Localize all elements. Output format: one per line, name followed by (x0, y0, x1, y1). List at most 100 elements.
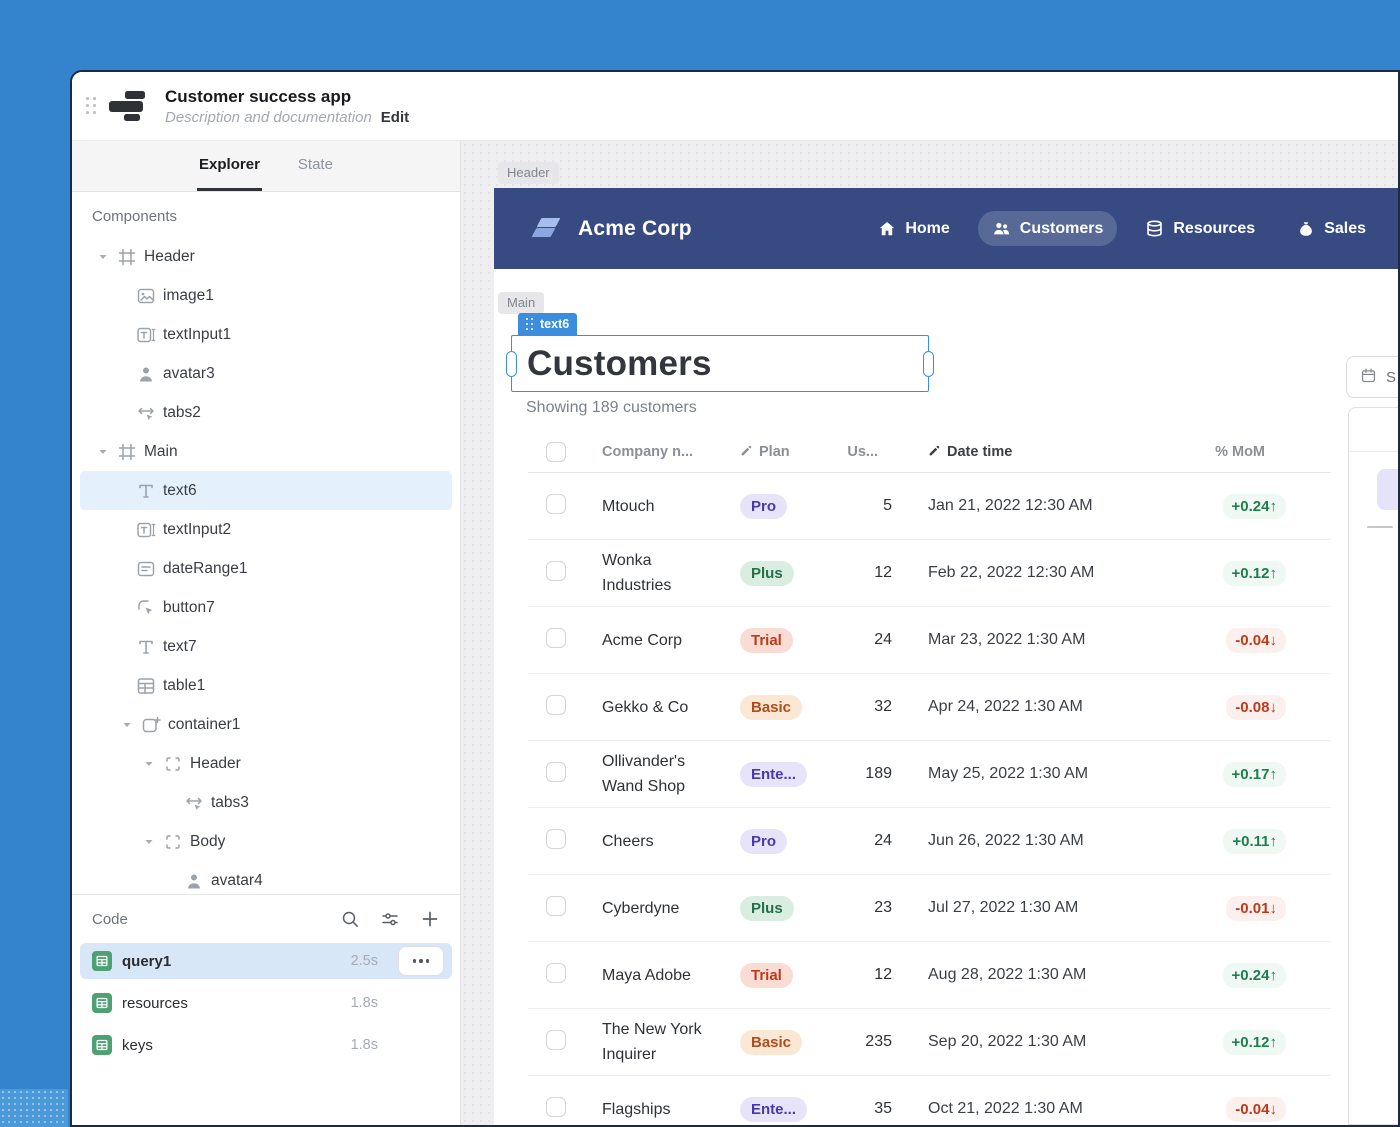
code-item-query1[interactable]: query12.5s (80, 943, 452, 979)
table-row[interactable]: Gekko & CoBasic32Apr 24, 2022 1:30 AM-0.… (528, 674, 1331, 741)
tree-item-label: Main (144, 443, 178, 461)
column-header-company[interactable]: Company n... (602, 444, 714, 460)
tree-item-textinput1[interactable]: textInput1 (80, 315, 452, 354)
tree-item-header[interactable]: Header (80, 237, 452, 276)
chevron-down-icon[interactable] (96, 447, 110, 457)
company-name: Mtouch (602, 494, 714, 519)
tree-item-main[interactable]: Main (80, 432, 452, 471)
tree-item-image1[interactable]: image1 (80, 276, 452, 315)
tree-item-container1[interactable]: container1 (80, 705, 452, 744)
column-header-mom[interactable]: % MoM (1196, 444, 1331, 460)
edit-description-button[interactable]: Edit (381, 109, 409, 126)
row-checkbox[interactable] (546, 628, 566, 648)
frame-label-header[interactable]: Header (498, 162, 559, 184)
company-cell: Cyberdyne (602, 896, 714, 921)
filter-icon[interactable] (380, 909, 400, 929)
code-item-name: keys (122, 1037, 153, 1054)
resize-handle-left[interactable] (506, 351, 517, 377)
row-checkbox[interactable] (546, 1097, 566, 1117)
tree-item-daterange1[interactable]: dateRange1 (80, 549, 452, 588)
mom-cell: -0.04↓ (1196, 1097, 1331, 1122)
resize-handle-right[interactable] (923, 351, 934, 377)
tree-item-label: avatar4 (211, 872, 263, 890)
more-options-button[interactable] (398, 946, 444, 976)
tree-item-label: Header (190, 755, 241, 773)
tree-item-text6[interactable]: text6 (80, 471, 452, 510)
date-cell: Jun 26, 2022 1:30 AM (896, 832, 1196, 850)
selected-component-tag[interactable]: text6 (518, 313, 577, 335)
date-range-button[interactable]: S (1346, 356, 1398, 398)
tabs-icon (184, 793, 204, 813)
code-item-resources[interactable]: resources1.8s (80, 985, 452, 1021)
plan-cell: Plus (714, 561, 832, 586)
table-row[interactable]: Ollivander's Wand ShopEnte...189May 25, … (528, 741, 1331, 808)
tree-item-body[interactable]: Body (80, 822, 452, 861)
column-header-users[interactable]: Us... (832, 444, 896, 460)
tree-item-tabs3[interactable]: tabs3 (80, 783, 452, 822)
nav-item-resources[interactable]: Resources (1131, 211, 1269, 246)
tree-item-table1[interactable]: table1 (80, 666, 452, 705)
chevron-down-icon[interactable] (142, 837, 156, 847)
code-list: query12.5sresources1.8skeys1.8s (72, 943, 460, 1069)
row-checkbox[interactable] (546, 829, 566, 849)
chevron-down-icon[interactable] (142, 759, 156, 769)
table-row[interactable]: FlagshipsEnte...35Oct 21, 2022 1:30 AM-0… (528, 1076, 1331, 1125)
tree-item-label: container1 (168, 716, 240, 734)
detail-card-divider (1367, 526, 1393, 528)
code-item-duration: 1.8s (338, 995, 378, 1011)
database-icon (1145, 219, 1164, 238)
tree-item-textinput2[interactable]: textInput2 (80, 510, 452, 549)
table-row[interactable]: Wonka IndustriesPlus12Feb 22, 2022 12:30… (528, 540, 1331, 607)
tree-item-avatar3[interactable]: avatar3 (80, 354, 452, 393)
tree-item-avatar4[interactable]: avatar4 (80, 861, 452, 894)
nav-item-sales[interactable]: Sales (1283, 212, 1380, 246)
code-item-keys[interactable]: keys1.8s (80, 1027, 452, 1063)
row-checkbox[interactable] (546, 494, 566, 514)
date-cell: Sep 20, 2022 1:30 AM (896, 1033, 1196, 1051)
table-row[interactable]: CheersPro24Jun 26, 2022 1:30 AM+0.11↑ (528, 808, 1331, 875)
drag-handle-icon[interactable] (86, 97, 97, 115)
row-checkbox[interactable] (546, 561, 566, 581)
nav-item-customers[interactable]: Customers (978, 211, 1118, 246)
tree-item-text7[interactable]: text7 (80, 627, 452, 666)
table-row[interactable]: CyberdynePlus23Jul 27, 2022 1:30 AM-0.01… (528, 875, 1331, 942)
mom-cell: +0.24↑ (1196, 963, 1331, 988)
tree-item-label: text6 (163, 482, 197, 500)
column-header-plan[interactable]: Plan (714, 444, 832, 461)
company-cell: Cheers (602, 829, 714, 854)
column-header-check[interactable] (528, 442, 602, 462)
select-all-checkbox[interactable] (546, 442, 566, 462)
company-name: Wonka Industries (602, 548, 714, 598)
tree-item-label: button7 (163, 599, 215, 617)
table-row[interactable]: The New York InquirerBasic235Sep 20, 202… (528, 1009, 1331, 1076)
table-row[interactable]: MtouchPro5Jan 21, 2022 12:30 AM+0.24↑ (528, 473, 1331, 540)
selected-text-component[interactable]: Customers (511, 335, 929, 392)
table-row[interactable]: Maya AdobeTrial12Aug 28, 2022 1:30 AM+0.… (528, 942, 1331, 1009)
column-header-date[interactable]: Date time (896, 444, 1196, 461)
chevron-down-icon[interactable] (120, 720, 134, 730)
query-icon (92, 951, 112, 971)
add-query-icon[interactable] (420, 909, 440, 929)
detail-card-button[interactable] (1377, 469, 1398, 510)
tree-item-button7[interactable]: button7 (80, 588, 452, 627)
row-checkbox[interactable] (546, 762, 566, 782)
tree-item-tabs2[interactable]: tabs2 (80, 393, 452, 432)
search-icon[interactable] (340, 909, 360, 929)
tab-explorer[interactable]: Explorer (197, 141, 262, 191)
row-checkbox[interactable] (546, 695, 566, 715)
nav-item-home[interactable]: Home (864, 212, 963, 246)
column-header-label: % MoM (1215, 444, 1265, 460)
mom-value: +0.17↑ (1223, 762, 1286, 787)
row-checkbox[interactable] (546, 1030, 566, 1050)
row-checkbox[interactable] (546, 963, 566, 983)
tab-state[interactable]: State (296, 141, 335, 191)
table-row[interactable]: Acme CorpTrial24Mar 23, 2022 1:30 AM-0.0… (528, 607, 1331, 674)
tree-item-header[interactable]: Header (80, 744, 452, 783)
row-checkbox[interactable] (546, 896, 566, 916)
chevron-down-icon[interactable] (96, 252, 110, 262)
mom-value: -0.01↓ (1226, 896, 1286, 921)
customers-table: Company n...PlanUs...Date time % MoM Mtou… (528, 432, 1331, 1125)
frame-label-main[interactable]: Main (498, 292, 544, 314)
code-panel: Code query12.5sresources1.8skeys1.8s (72, 894, 460, 1125)
tabs-icon (136, 403, 156, 423)
